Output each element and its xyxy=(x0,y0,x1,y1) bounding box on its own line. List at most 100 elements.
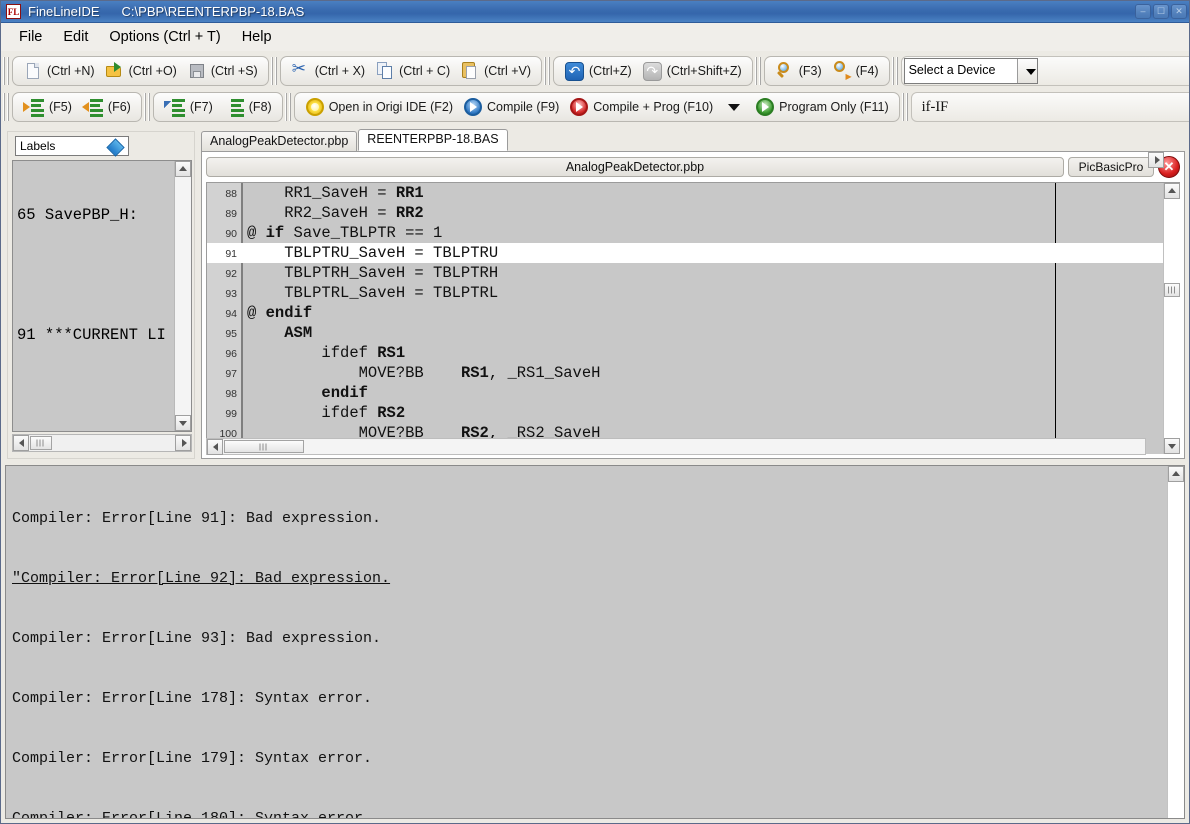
uncomment-line-button[interactable]: (F8) xyxy=(218,94,277,120)
uncomment-line-icon xyxy=(223,98,245,116)
comment-line-button[interactable]: (F7) xyxy=(159,94,218,120)
scroll-up-button[interactable] xyxy=(1164,183,1180,199)
line-number: 93 xyxy=(207,283,237,305)
window-controls: – ☐ ✕ xyxy=(1135,4,1187,19)
line-number: 95 xyxy=(207,323,237,345)
indent-left-button[interactable]: (F6) xyxy=(77,94,136,120)
line-number: 99 xyxy=(207,403,237,425)
active-filename-button[interactable]: AnalogPeakDetector.pbp xyxy=(206,157,1064,177)
chevron-down-icon[interactable] xyxy=(1017,59,1036,83)
hscroll-thumb[interactable] xyxy=(224,440,304,453)
indent-right-icon xyxy=(23,98,45,116)
copy-icon xyxy=(375,61,395,81)
language-mode-button[interactable]: PicBasicPro xyxy=(1068,157,1154,177)
cut-label: (Ctrl + X) xyxy=(315,64,365,78)
menu-help[interactable]: Help xyxy=(233,26,281,48)
output-line-selected[interactable]: "Compiler: Error[Line 92]: Bad expressio… xyxy=(12,569,1164,589)
labels-selector-combobox[interactable]: Labels xyxy=(15,136,129,156)
menu-file[interactable]: File xyxy=(10,26,51,48)
find-button[interactable]: (F3) xyxy=(770,58,827,84)
toolbar2-grip-icon[interactable] xyxy=(3,93,10,121)
comment-toolbar-group: (F7) (F8) xyxy=(153,92,283,122)
app-name: FineLineIDE xyxy=(28,4,100,19)
scissors-cut-icon xyxy=(291,61,311,81)
file-toolbar-group: (Ctrl +N) (Ctrl +O) (Ctrl +S) xyxy=(12,56,269,86)
toolbar-grip-icon[interactable] xyxy=(3,57,10,85)
editor-file-bar: AnalogPeakDetector.pbp PicBasicPro xyxy=(206,156,1180,178)
toolbar2-grip-icon-4[interactable] xyxy=(902,93,909,121)
uncomment-line-label: (F8) xyxy=(249,100,272,114)
toolbar2-grip-icon-3[interactable] xyxy=(285,93,292,121)
vscroll-thumb[interactable] xyxy=(1164,283,1180,297)
output-line[interactable]: Compiler: Error[Line 179]: Syntax error. xyxy=(12,749,1164,769)
scroll-left-button[interactable] xyxy=(13,435,29,451)
compile-button[interactable]: Compile (F9) xyxy=(458,94,564,120)
scroll-right-button[interactable] xyxy=(1148,152,1164,168)
new-file-button[interactable]: (Ctrl +N) xyxy=(18,58,100,84)
output-line[interactable]: Compiler: Error[Line 180]: Syntax error. xyxy=(12,809,1164,819)
toolbar2-grip-icon-2[interactable] xyxy=(144,93,151,121)
scroll-down-button[interactable] xyxy=(1164,438,1180,454)
code-editor[interactable]: 88 RR1_SaveH = RR1 89 RR2_SaveH = RR2 90… xyxy=(206,182,1180,454)
minimize-button[interactable]: – xyxy=(1135,4,1151,19)
scroll-up-button[interactable] xyxy=(175,161,191,177)
scroll-up-button[interactable] xyxy=(1168,466,1184,482)
code-line: 97 MOVE?BB RS1, _RS1_SaveH xyxy=(207,363,1163,383)
close-window-button[interactable]: ✕ xyxy=(1171,4,1187,19)
toolbar-grip-icon-2[interactable] xyxy=(271,57,278,85)
open-in-origin-ide-button[interactable]: Open in Origi IDE (F2) xyxy=(300,94,458,120)
scroll-down-button[interactable] xyxy=(175,415,191,431)
cut-button[interactable]: (Ctrl + X) xyxy=(286,58,370,84)
toolbar-grip-icon-4[interactable] xyxy=(755,57,762,85)
tab-reenterpbp[interactable]: REENTERPBP-18.BAS xyxy=(358,129,507,151)
tab-analogpeakdetector[interactable]: AnalogPeakDetector.pbp xyxy=(201,131,357,151)
open-file-button[interactable]: (Ctrl +O) xyxy=(100,58,182,84)
toolbar-grip-icon-3[interactable] xyxy=(544,57,551,85)
output-line[interactable]: Compiler: Error[Line 93]: Bad expression… xyxy=(12,629,1164,649)
list-spacer xyxy=(17,265,169,285)
maximize-button[interactable]: ☐ xyxy=(1153,4,1169,19)
minimize-icon: – xyxy=(1136,5,1150,18)
paste-button[interactable]: (Ctrl +V) xyxy=(455,58,536,84)
undo-button[interactable]: (Ctrl+Z) xyxy=(559,58,637,84)
list-spacer xyxy=(17,385,169,405)
new-file-label: (Ctrl +N) xyxy=(47,64,95,78)
output-line[interactable]: Compiler: Error[Line 178]: Syntax error. xyxy=(12,689,1164,709)
labels-list[interactable]: 65 SavePBP_H: 91 ***CURRENT LI 152 Resto… xyxy=(12,160,192,432)
code-text: TBLPTRU_SaveH = TBLPTRU xyxy=(247,243,1163,263)
code-vertical-scrollbar[interactable] xyxy=(1163,183,1180,454)
save-file-button[interactable]: (Ctrl +S) xyxy=(182,58,263,84)
labels-selector-value: Labels xyxy=(16,139,55,153)
indent-toolbar-group: (F5) (F6) xyxy=(12,92,142,122)
toolbar-grip-icon-5[interactable] xyxy=(892,57,899,85)
program-only-button[interactable]: Program Only (F11) xyxy=(750,94,894,120)
code-line: 94@ endif xyxy=(207,303,1163,323)
compiler-output-panel[interactable]: Compiler: Error[Line 91]: Bad expression… xyxy=(5,465,1185,819)
indent-right-button[interactable]: (F5) xyxy=(18,94,77,120)
code-line: 90@ if Save_TBLPTR == 1 xyxy=(207,223,1163,243)
device-combobox[interactable]: Select a Device xyxy=(904,58,1038,84)
scroll-left-button[interactable] xyxy=(207,439,223,455)
indent-left-icon xyxy=(82,98,104,116)
copy-button[interactable]: (Ctrl + C) xyxy=(370,58,455,84)
list-item[interactable]: 91 ***CURRENT LI xyxy=(17,325,169,345)
output-vertical-scrollbar[interactable] xyxy=(1167,466,1184,818)
program-only-label: Program Only (F11) xyxy=(779,100,889,114)
menu-options[interactable]: Options (Ctrl + T) xyxy=(100,26,229,48)
scroll-right-button[interactable] xyxy=(175,435,191,451)
labels-horizontal-scrollbar[interactable] xyxy=(12,434,192,452)
toolbar-row-1: (Ctrl +N) (Ctrl +O) (Ctrl +S) (Ctrl + X) xyxy=(1,53,1190,89)
labels-vertical-scrollbar[interactable] xyxy=(174,161,191,431)
hscroll-thumb[interactable] xyxy=(30,436,52,450)
labels-items: 65 SavePBP_H: 91 ***CURRENT LI 152 Resto… xyxy=(17,165,169,432)
find-next-button[interactable]: (F4) xyxy=(827,58,884,84)
redo-button[interactable]: (Ctrl+Shift+Z) xyxy=(637,58,747,84)
list-item[interactable]: 65 SavePBP_H: xyxy=(17,205,169,225)
dropdown-caret-icon[interactable] xyxy=(728,104,740,111)
code-horizontal-scrollbar[interactable] xyxy=(206,438,1146,455)
maximize-icon: ☐ xyxy=(1154,5,1168,18)
output-line[interactable]: Compiler: Error[Line 91]: Bad expression… xyxy=(12,509,1164,529)
menu-edit[interactable]: Edit xyxy=(54,26,97,48)
diamond-dropdown-icon[interactable] xyxy=(106,138,124,156)
compile-and-program-button[interactable]: Compile + Prog (F10) xyxy=(564,94,718,120)
